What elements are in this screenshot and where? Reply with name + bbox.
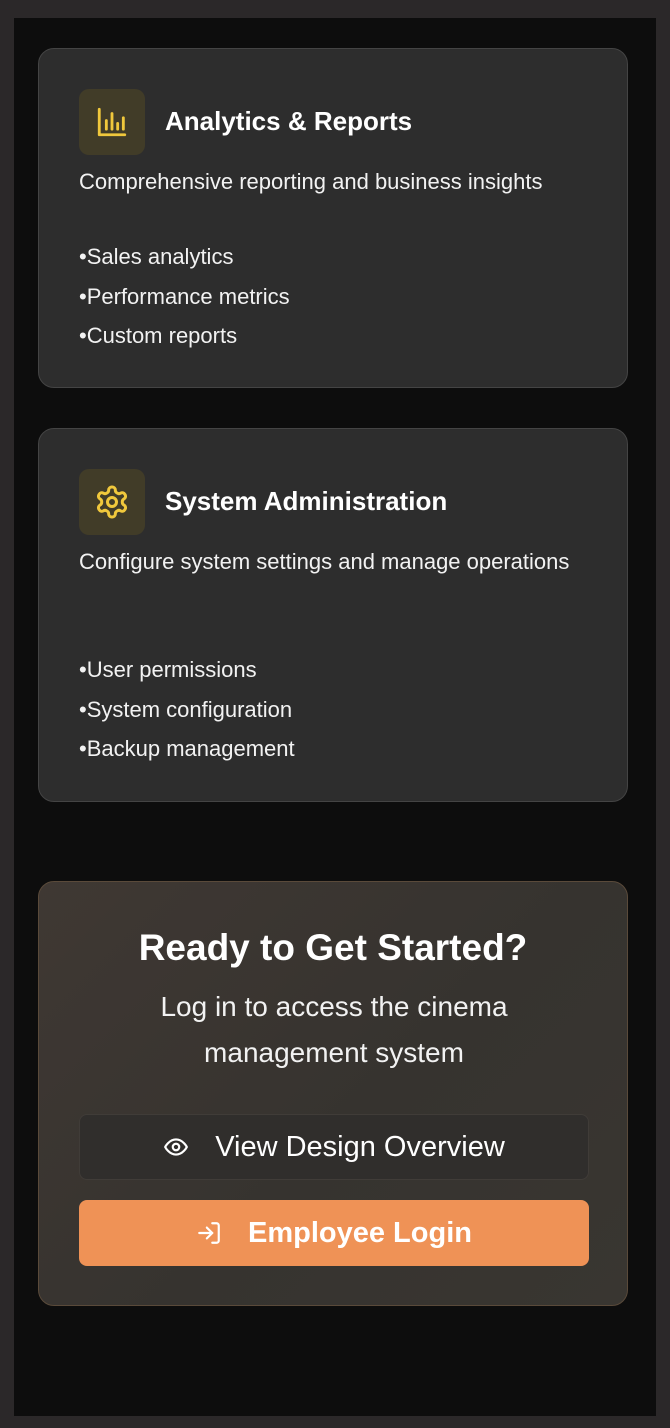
employee-login-button[interactable]: Employee Login <box>79 1200 589 1266</box>
eye-icon <box>163 1134 189 1160</box>
feature-item: Backup management <box>79 729 295 769</box>
feature-item: Performance metrics <box>79 277 290 317</box>
admin-icon-box <box>79 469 145 535</box>
button-label: View Design Overview <box>215 1130 505 1163</box>
card-title: Analytics & Reports <box>165 106 413 136</box>
feature-item: Custom reports <box>79 316 290 356</box>
system-administration-card: System Administration Configure system s… <box>38 428 628 802</box>
card-description: Comprehensive reporting and business ins… <box>79 169 543 194</box>
feature-list: User permissions System configuration Ba… <box>79 650 295 769</box>
card-description: Configure system settings and manage ope… <box>79 549 570 574</box>
feature-item: Sales analytics <box>79 237 290 277</box>
page-frame: Analytics & Reports Comprehensive report… <box>14 18 656 1416</box>
log-in-icon <box>196 1220 222 1246</box>
button-label: Employee Login <box>248 1216 472 1249</box>
feature-list: Sales analytics Performance metrics Cust… <box>79 237 290 356</box>
feature-item: User permissions <box>79 650 295 690</box>
cta-subtitle: Log in to access the cinema management s… <box>160 991 508 1068</box>
bar-chart-icon <box>97 107 127 137</box>
gear-icon <box>97 485 127 519</box>
cta-title: Ready to Get Started? <box>138 927 528 968</box>
analytics-reports-card: Analytics & Reports Comprehensive report… <box>38 48 628 388</box>
card-title: System Administration <box>165 486 448 516</box>
get-started-panel: Ready to Get Started? Log in to access t… <box>38 881 628 1306</box>
feature-item: System configuration <box>79 690 295 730</box>
analytics-icon-box <box>79 89 145 155</box>
view-design-overview-button[interactable]: View Design Overview <box>79 1114 589 1180</box>
